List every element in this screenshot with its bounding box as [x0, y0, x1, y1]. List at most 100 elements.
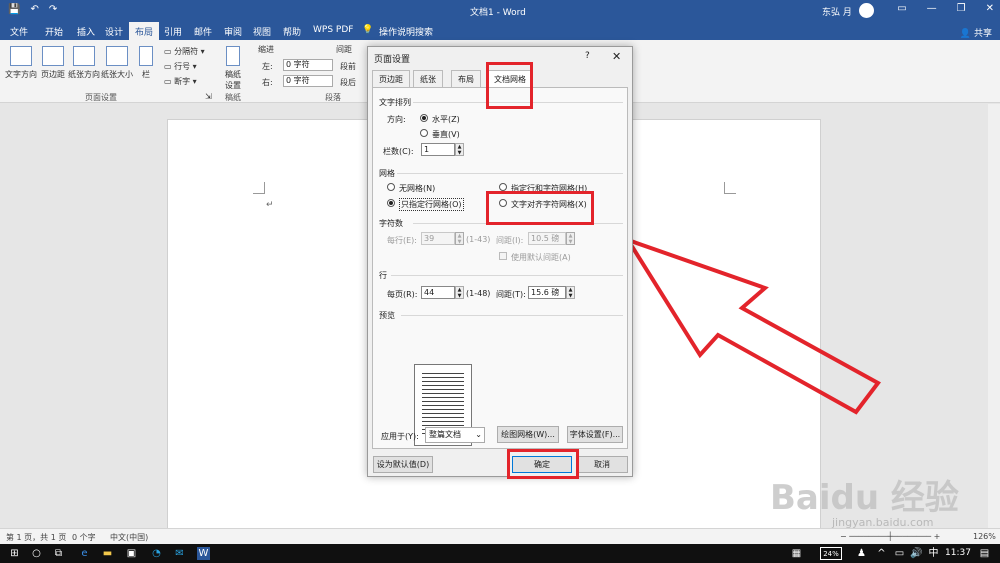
set-default-button[interactable]: 设为默认值(D): [373, 456, 433, 473]
indent-right-input[interactable]: 0 字符: [283, 75, 333, 87]
notification-icon[interactable]: ▤: [978, 547, 991, 560]
tab-design[interactable]: 设计: [105, 25, 123, 38]
spacing-before-label: 段前: [340, 62, 356, 71]
avatar[interactable]: [859, 3, 874, 18]
per-page-input[interactable]: 44: [421, 286, 455, 299]
draw-grid-button[interactable]: 绘图网格(W)...: [497, 426, 559, 443]
tab-wps-pdf[interactable]: WPS PDF: [313, 25, 353, 35]
tell-me-search[interactable]: 操作说明搜索: [379, 25, 433, 38]
undo-icon[interactable]: ↶: [30, 4, 38, 15]
margins-button[interactable]: 页边距: [40, 46, 66, 80]
apply-to-select[interactable]: 整篇文档 ⌄: [425, 427, 485, 443]
zoom-slider[interactable]: − ────────┼──────── +: [840, 532, 940, 541]
preview-line: [422, 381, 464, 382]
edge-icon[interactable]: e: [78, 547, 91, 560]
vertical-label: 垂直(V): [432, 130, 460, 139]
save-icon[interactable]: 💾: [8, 4, 20, 15]
store-icon[interactable]: ▣: [125, 547, 138, 560]
indent-left-label: 左:: [262, 62, 273, 71]
tab-references[interactable]: 引用: [164, 25, 182, 38]
preview-line: [422, 405, 464, 406]
columns-spinner[interactable]: ▲ ▼: [455, 143, 464, 156]
mail-icon[interactable]: ✉: [173, 547, 186, 560]
cancel-button[interactable]: 取消: [576, 456, 628, 473]
people-icon[interactable]: ♟: [855, 547, 868, 560]
line-numbers-button[interactable]: ▭ 行号 ▾: [164, 61, 197, 72]
tab-home[interactable]: 开始: [45, 25, 63, 38]
ribbon-options-icon[interactable]: ▭: [897, 3, 906, 14]
vertical-radio[interactable]: [420, 129, 428, 137]
page-setup-group-label: 页面设置: [85, 93, 117, 102]
windows-start-icon[interactable]: ⊞: [8, 547, 21, 560]
taskbar: ⊞ ○ ⧉ e ▬ ▣ ◔ ✉ W ▦ 24% ♟ ^ ▭ 🔊 中 11:37 …: [0, 544, 1000, 563]
close-icon[interactable]: ✕: [612, 50, 621, 63]
per-line-input[interactable]: 39: [421, 232, 455, 245]
tab-review[interactable]: 审阅: [224, 25, 242, 38]
indent-left-input[interactable]: 0 字符: [283, 59, 333, 71]
tab-layout[interactable]: 布局: [451, 70, 481, 87]
help-icon[interactable]: ?: [585, 51, 590, 61]
text-direction-button[interactable]: 文字方向: [5, 46, 37, 80]
page-count[interactable]: 第 1 页，共 1 页: [6, 532, 66, 543]
line-grid-only-radio[interactable]: [387, 199, 395, 207]
use-default-pitch-checkbox[interactable]: [499, 252, 507, 260]
horizontal-radio[interactable]: [420, 114, 428, 122]
tab-insert[interactable]: 插入: [77, 25, 95, 38]
draft-paper-button[interactable]: 稿纸 设置: [220, 46, 246, 91]
word-count[interactable]: 0 个字: [72, 532, 96, 543]
line-pitch-spinner[interactable]: ▲ ▼: [566, 286, 575, 299]
clock-app-icon[interactable]: ◔: [150, 547, 163, 560]
tab-mailings[interactable]: 邮件: [194, 25, 212, 38]
minimize-icon[interactable]: —: [927, 3, 937, 14]
preview-line: [422, 401, 464, 402]
breaks-button[interactable]: ▭ 分隔符 ▾: [164, 46, 205, 57]
tab-help[interactable]: 帮助: [283, 25, 301, 38]
tab-layout[interactable]: 布局: [129, 22, 160, 42]
font-settings-button[interactable]: 字体设置(F)...: [567, 426, 623, 443]
battery-icon[interactable]: 24%: [820, 547, 842, 560]
task-view-icon[interactable]: ⧉: [52, 547, 65, 560]
keyboard-icon[interactable]: ▦: [790, 547, 803, 560]
spacing-after-label: 段后: [340, 78, 356, 87]
volume-icon[interactable]: 🔊: [910, 547, 923, 560]
redo-icon[interactable]: ↷: [49, 4, 57, 15]
hyphenation-button[interactable]: ▭ 断字 ▾: [164, 76, 197, 87]
indent-right-label: 右:: [262, 78, 273, 87]
orientation-button[interactable]: 纸张方向: [68, 46, 100, 80]
line-char-grid-radio[interactable]: [499, 183, 507, 191]
word-app-icon[interactable]: W: [197, 547, 210, 560]
share-button[interactable]: 👤 共享: [960, 26, 992, 39]
close-icon[interactable]: ✕: [986, 3, 994, 14]
size-button[interactable]: 纸张大小: [101, 46, 133, 80]
search-icon[interactable]: ○: [30, 547, 43, 560]
tray-chevron-icon[interactable]: ^: [875, 547, 888, 560]
per-page-spinner[interactable]: ▲ ▼: [455, 286, 464, 299]
columns-input[interactable]: 1: [421, 143, 455, 156]
char-pitch-input[interactable]: 10.5 磅: [528, 232, 566, 245]
zoom-level[interactable]: 126%: [973, 532, 996, 541]
no-grid-radio[interactable]: [387, 183, 395, 191]
clock[interactable]: 11:37: [945, 548, 971, 558]
ime-icon[interactable]: 中: [927, 547, 940, 560]
file-explorer-icon[interactable]: ▬: [101, 547, 114, 560]
tab-view[interactable]: 视图: [253, 25, 271, 38]
network-icon[interactable]: ▭: [893, 547, 906, 560]
char-pitch-spinner[interactable]: ▲ ▼: [566, 232, 575, 245]
page-setup-launcher-icon[interactable]: ⇲: [205, 92, 212, 101]
draft-group-label: 稿纸: [225, 93, 241, 102]
columns-icon: [139, 46, 153, 66]
columns-button[interactable]: 栏: [138, 46, 154, 80]
line-grid-only-label: 只指定行网格(O): [399, 198, 464, 211]
tab-file[interactable]: 文件: [10, 25, 28, 38]
maximize-icon[interactable]: ❐: [957, 3, 966, 14]
annotation-arrow-shape: [623, 236, 881, 415]
user-name[interactable]: 东弘 月: [822, 5, 852, 18]
tab-margins[interactable]: 页边距: [372, 70, 410, 87]
preview-line: [422, 413, 464, 414]
per-line-spinner[interactable]: ▲ ▼: [455, 232, 464, 245]
line-pitch-input[interactable]: 15.6 磅: [528, 286, 566, 299]
margin-corner-top-right: [724, 182, 736, 194]
language[interactable]: 中文(中国): [110, 532, 148, 543]
vertical-scrollbar[interactable]: [988, 104, 1000, 528]
tab-paper[interactable]: 纸张: [413, 70, 443, 87]
